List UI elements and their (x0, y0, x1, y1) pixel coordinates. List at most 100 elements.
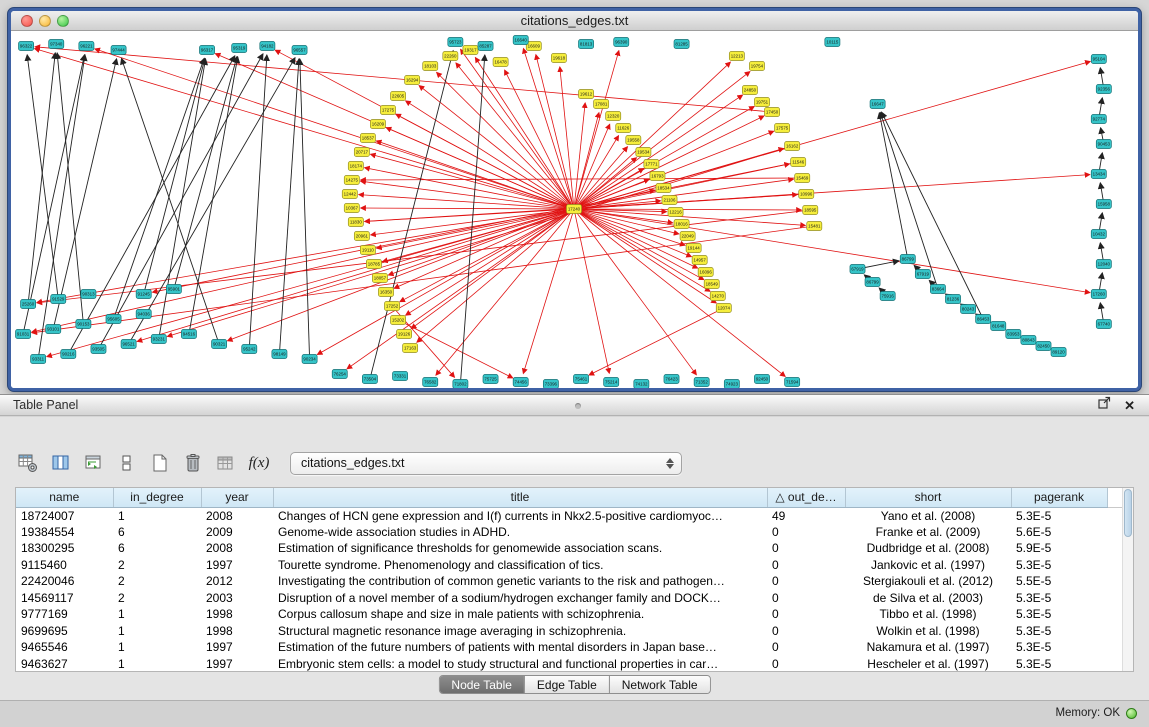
graph-node[interactable]: 75916 (880, 292, 895, 301)
graph-node[interactable]: 71594 (785, 378, 800, 387)
graph-node[interactable]: 12442 (342, 190, 357, 199)
graph-node[interactable]: 20717 (354, 148, 369, 157)
graph-edge[interactable] (174, 57, 237, 289)
new-table-icon[interactable] (148, 451, 172, 475)
graph-node[interactable]: 12320 (606, 112, 621, 121)
delete-table-icon[interactable] (181, 451, 205, 475)
graph-node[interactable]: 17240 (566, 205, 581, 214)
table-row[interactable]: 1872400712008Changes of HCN gene express… (16, 507, 1124, 524)
graph-edge[interactable] (505, 70, 574, 209)
graph-node[interactable]: 83664 (930, 285, 945, 294)
graph-node[interactable]: 85287 (478, 42, 493, 51)
memory-status[interactable]: Memory: OK (1055, 707, 1137, 719)
table-panel-header[interactable]: Table Panel ✕ (0, 394, 1149, 416)
graph-node[interactable]: 81813 (579, 40, 594, 49)
graph-node[interactable]: 83953 (1006, 330, 1021, 339)
graph-edge[interactable] (35, 47, 772, 112)
float-panel-icon[interactable] (1098, 396, 1111, 414)
table-row[interactable]: 1830029562008Estimation of significance … (16, 540, 1124, 557)
graph-node[interactable]: 18057 (372, 274, 387, 283)
graph-node[interactable]: 95319 (232, 44, 247, 53)
graph-node[interactable]: 15202 (391, 316, 406, 325)
citation-network-graph[interactable]: 1724018103162942260517275162091853720717… (11, 32, 1138, 388)
graph-node[interactable]: 19110 (360, 246, 375, 255)
graph-node[interactable]: 17081 (594, 100, 609, 109)
close-panel-icon[interactable]: ✕ (1124, 399, 1135, 412)
graph-node[interactable]: 12213 (729, 52, 744, 61)
graph-node[interactable]: 97340 (49, 40, 64, 49)
graph-node[interactable]: 10996 (799, 190, 814, 199)
graph-node[interactable]: 10367 (344, 204, 359, 213)
graph-edge[interactable] (53, 59, 116, 329)
tab-node-table[interactable]: Node Table (439, 676, 524, 693)
graph-node[interactable]: 15481 (807, 222, 822, 231)
graph-node[interactable]: 90321 (212, 340, 227, 349)
table-scrollbar[interactable] (1122, 488, 1133, 671)
graph-node[interactable]: 95104 (1091, 55, 1106, 64)
graph-node[interactable]: 91529 (51, 295, 66, 304)
network-canvas[interactable]: 1724018103162942260517275162091853720717… (11, 32, 1138, 388)
graph-node[interactable]: 74456 (513, 378, 528, 387)
graph-node[interactable]: 96390 (614, 38, 629, 47)
graph-node[interactable]: 20961 (354, 232, 369, 241)
graph-node[interactable]: 10432 (1091, 230, 1106, 239)
graph-node[interactable]: 16162 (785, 142, 800, 151)
graph-node[interactable]: 90234 (302, 355, 317, 364)
graph-edge[interactable] (275, 50, 574, 209)
graph-edge[interactable] (574, 209, 609, 373)
graph-node[interactable]: 18549 (704, 280, 719, 289)
graph-node[interactable]: 17450 (765, 108, 780, 117)
tab-network-table[interactable]: Network Table (609, 676, 710, 693)
graph-node[interactable]: 25260 (21, 300, 36, 309)
graph-edge[interactable] (300, 59, 310, 359)
table-source-select[interactable]: citations_edges.txt (290, 452, 682, 475)
graph-node[interactable]: 14270 (710, 292, 725, 301)
graph-node[interactable]: 15469 (795, 174, 810, 183)
graph-node[interactable]: 95723 (448, 38, 463, 47)
graph-node[interactable]: 96521 (121, 340, 136, 349)
graph-edge[interactable] (114, 59, 205, 320)
function-builder-icon[interactable]: f(x) (247, 451, 271, 475)
graph-node[interactable]: 12216 (668, 208, 683, 217)
graph-node[interactable]: 16647 (870, 100, 885, 109)
graph-node[interactable]: 81236 (945, 295, 960, 304)
import-table-icon[interactable] (214, 451, 238, 475)
graph-node[interactable]: 90153 (76, 320, 91, 329)
graph-edge[interactable] (460, 55, 484, 384)
graph-node[interactable]: 81285 (674, 40, 689, 49)
graph-node[interactable]: 19558 (626, 136, 641, 145)
graph-node[interactable]: 16793 (650, 172, 665, 181)
graph-edge[interactable] (189, 57, 238, 334)
graph-edge[interactable] (137, 209, 574, 341)
graph-node[interactable]: 17163 (403, 344, 418, 353)
graph-node[interactable]: 19751 (754, 98, 769, 107)
graph-node[interactable]: 17275 (380, 106, 395, 115)
graph-edge[interactable] (523, 49, 574, 209)
graph-node[interactable]: 18534 (656, 184, 671, 193)
graph-node[interactable]: 94182 (260, 42, 275, 51)
table-settings-icon[interactable] (16, 451, 40, 475)
graph-node[interactable]: 67919 (850, 265, 865, 274)
graph-node[interactable]: 92356 (1096, 85, 1111, 94)
graph-node[interactable]: 19612 (579, 90, 594, 99)
graph-node[interactable]: 76582 (423, 378, 438, 387)
graph-edge[interactable] (589, 308, 724, 375)
graph-node[interactable]: 74132 (634, 380, 649, 389)
graph-edge[interactable] (144, 59, 205, 294)
graph-node[interactable]: 17771 (644, 160, 659, 169)
graph-node[interactable]: 19534 (636, 148, 651, 157)
tab-edge-table[interactable]: Edge Table (524, 676, 609, 693)
graph-node[interactable]: 96557 (292, 46, 307, 55)
graph-node[interactable]: 12074 (716, 304, 731, 313)
graph-node[interactable]: 91245 (136, 290, 151, 299)
network-view-window[interactable]: citations_edges.txt 17240181031629422605… (8, 8, 1141, 391)
graph-node[interactable]: 93505 (91, 345, 106, 354)
graph-edge[interactable] (461, 49, 574, 209)
graph-node[interactable]: 17252 (384, 302, 399, 311)
graph-node[interactable]: 14275 (344, 176, 359, 185)
graph-node[interactable]: 19618 (551, 54, 566, 63)
table-row[interactable]: 1456911722003Disruption of a novel membe… (16, 590, 1124, 607)
graph-node[interactable]: 73504 (362, 375, 377, 384)
graph-node[interactable]: 93311 (31, 355, 46, 364)
graph-node[interactable]: 95242 (242, 345, 257, 354)
